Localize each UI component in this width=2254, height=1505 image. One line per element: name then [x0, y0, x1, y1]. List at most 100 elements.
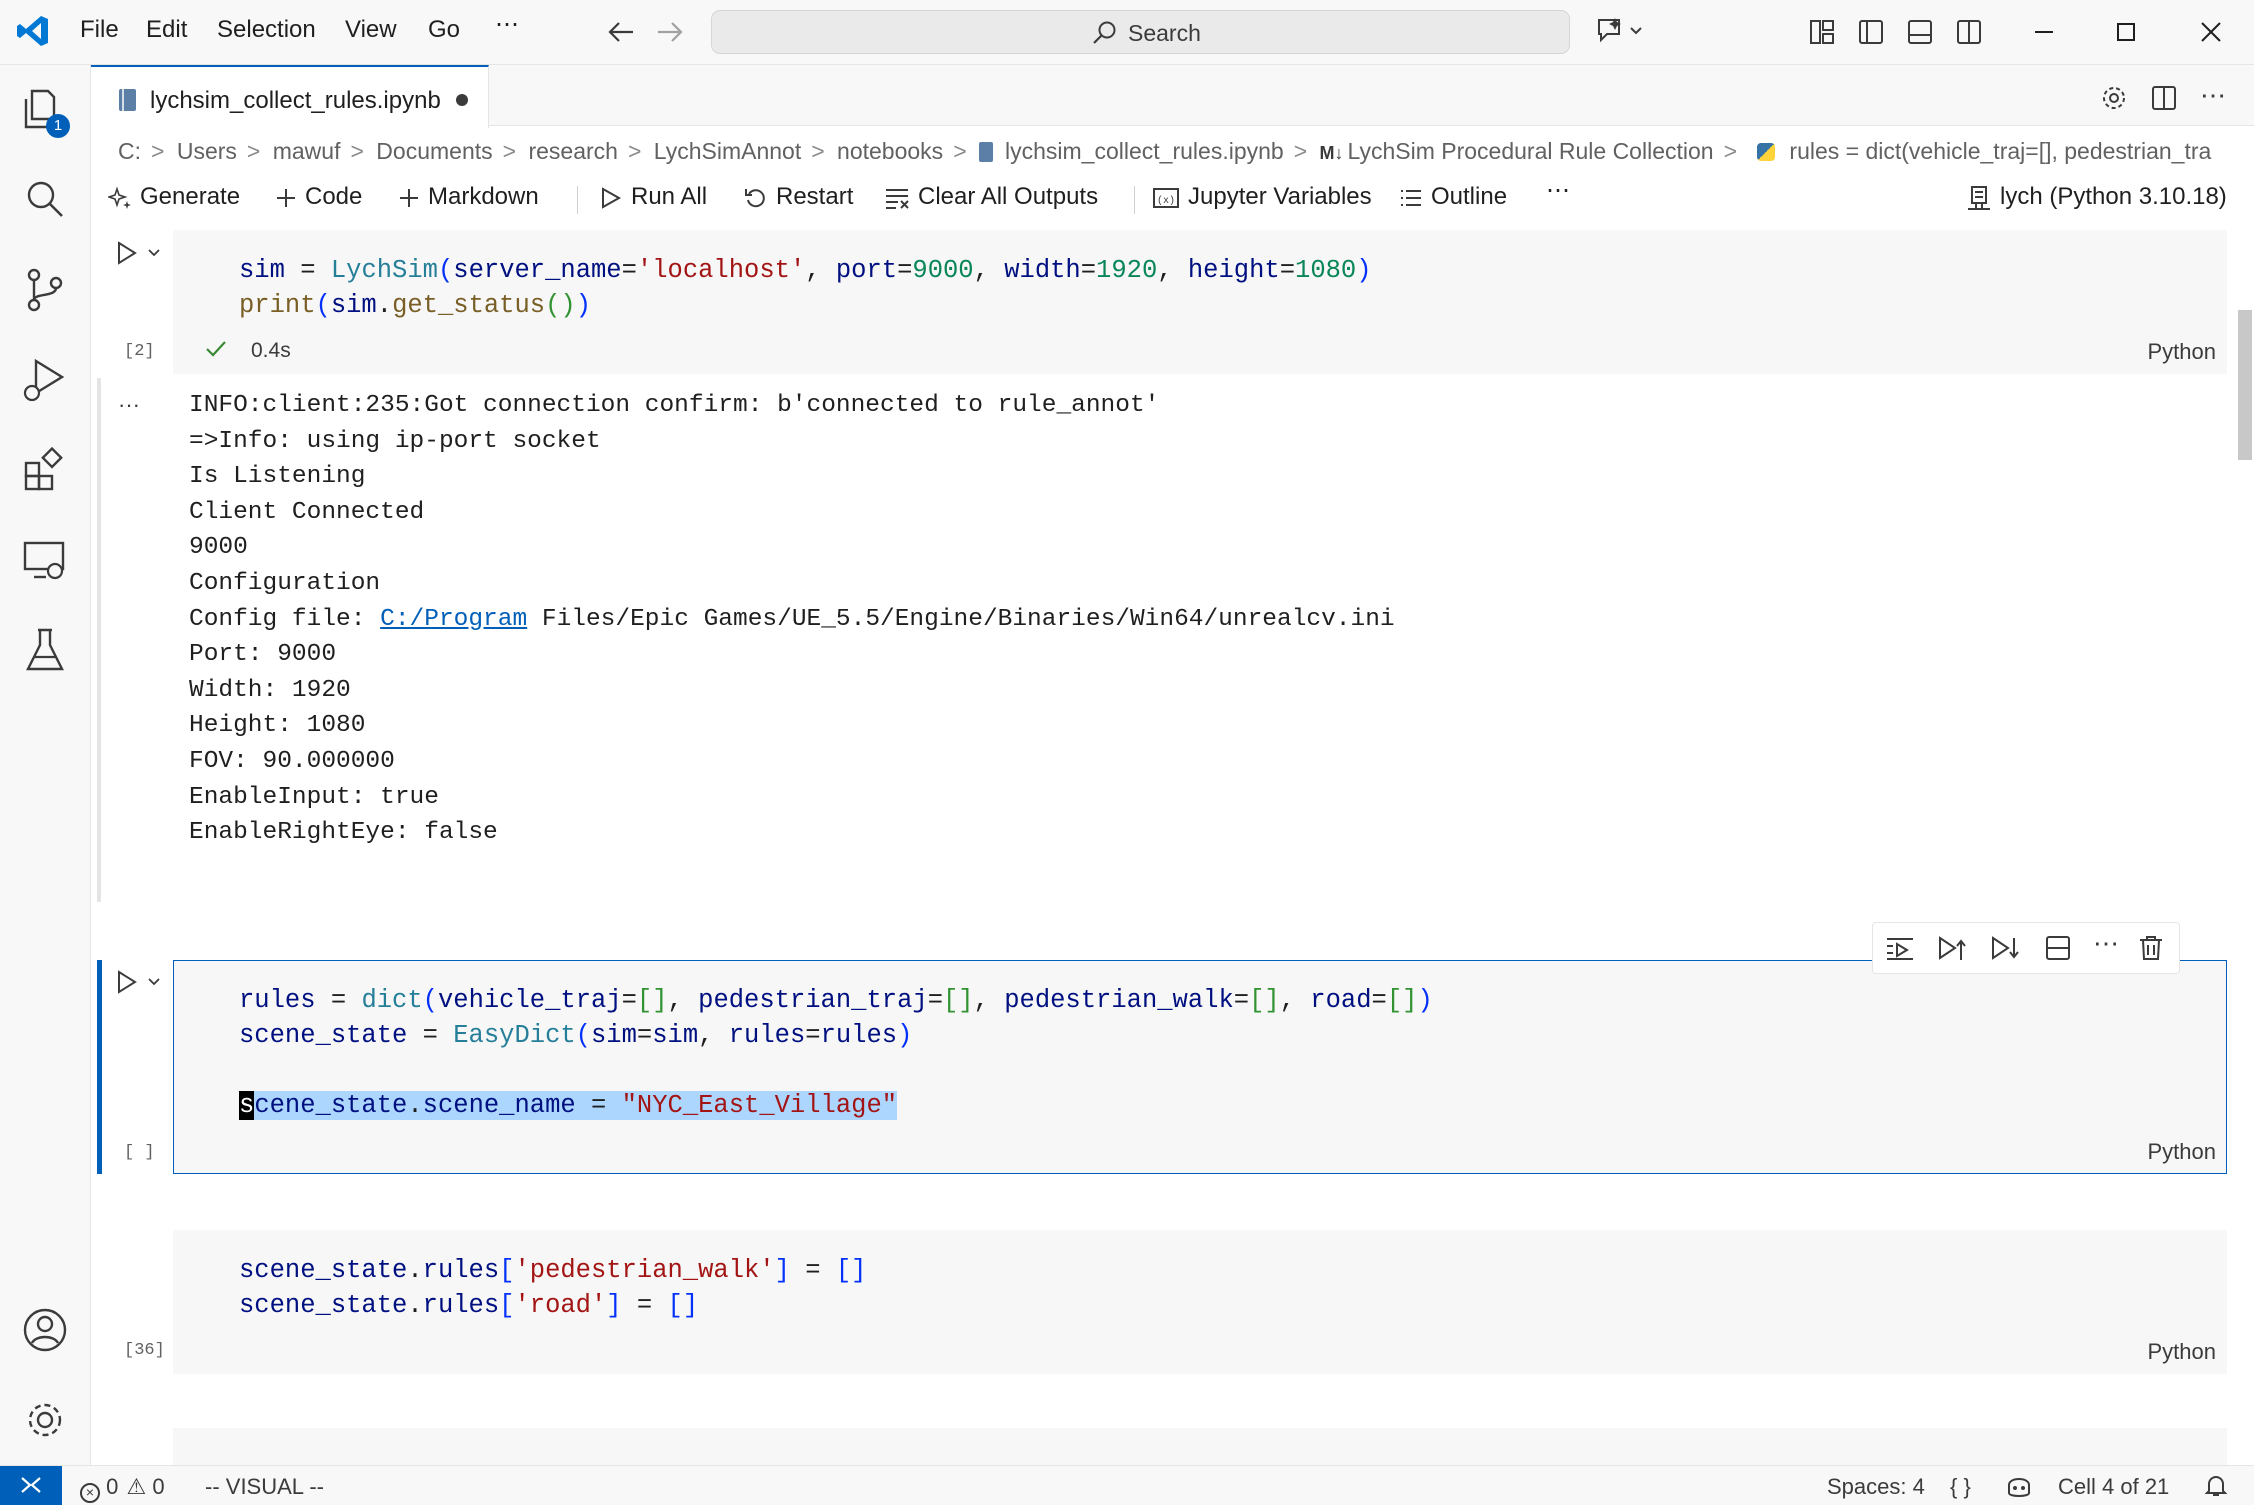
- output-more-actions[interactable]: ···: [118, 392, 140, 418]
- editor-scrollbar-thumb[interactable]: [2238, 310, 2252, 460]
- output-line: Width: 1920: [189, 676, 351, 704]
- code-cell-partial[interactable]: [173, 1428, 2227, 1467]
- cell-language[interactable]: Python: [2148, 1139, 2217, 1165]
- outline-button[interactable]: Outline: [1399, 183, 1507, 211]
- toggle-primary-sidebar-icon[interactable]: [1857, 18, 1885, 46]
- crumb-documents[interactable]: Documents: [376, 138, 492, 164]
- copilot-icon[interactable]: [1595, 16, 1647, 46]
- cell-language[interactable]: Python: [2148, 1339, 2217, 1365]
- add-markdown-button[interactable]: Markdown: [398, 183, 539, 211]
- toolbar-divider: [1134, 186, 1135, 214]
- toggle-panel-icon[interactable]: [1906, 18, 1934, 46]
- toggle-secondary-sidebar-icon[interactable]: [1955, 18, 1983, 46]
- source-control-icon[interactable]: [20, 265, 70, 315]
- minimize-icon[interactable]: [2030, 18, 2058, 46]
- menu-selection[interactable]: Selection: [217, 16, 316, 44]
- back-arrow-icon[interactable]: [607, 18, 635, 46]
- sparkle-icon: [108, 186, 132, 210]
- language-braces-status[interactable]: { }: [1950, 1474, 1971, 1500]
- search-sidebar-icon[interactable]: [20, 175, 70, 225]
- variables-icon: (x): [1152, 186, 1180, 210]
- forward-arrow-icon[interactable]: [656, 18, 684, 46]
- config-file-link[interactable]: C:/Program: [380, 606, 527, 633]
- generate-button[interactable]: Generate: [108, 183, 240, 211]
- crumb-cell[interactable]: rules = dict(vehicle_traj=[], pedestrian…: [1789, 138, 2211, 164]
- explorer-icon[interactable]: 1: [20, 85, 70, 138]
- customize-layout-icon[interactable]: [1808, 18, 1836, 46]
- menu-file[interactable]: File: [80, 16, 119, 44]
- run-below-icon[interactable]: [1990, 934, 2020, 962]
- kernel-icon: [1966, 185, 1992, 211]
- search-label: Search: [1128, 20, 1201, 46]
- add-code-button[interactable]: Code: [275, 183, 362, 211]
- remote-icon: [21, 1477, 41, 1493]
- crumb-project[interactable]: LychSimAnnot: [654, 138, 801, 164]
- run-above-icon[interactable]: [1937, 934, 1967, 962]
- tab-notebook[interactable]: lychsim_collect_rules.ipynb: [91, 65, 489, 128]
- command-center-search[interactable]: Search: [711, 10, 1570, 54]
- crumb-users[interactable]: Users: [177, 138, 237, 164]
- close-window-icon[interactable]: [2197, 18, 2225, 46]
- output-line: Config file: C:/Program Files/Epic Games…: [189, 602, 1395, 638]
- extensions-icon[interactable]: [20, 445, 70, 495]
- cell-language[interactable]: Python: [2148, 339, 2217, 365]
- menu-go[interactable]: Go: [428, 16, 460, 44]
- toolbar-more-button[interactable]: ⋯: [1546, 176, 1570, 205]
- remote-indicator[interactable]: [0, 1466, 62, 1505]
- cell-position[interactable]: Cell 4 of 21: [2058, 1474, 2169, 1500]
- crumb-drive[interactable]: C:: [118, 138, 141, 164]
- notebook-settings-gear-icon[interactable]: [2100, 84, 2128, 112]
- output-line: Is Listening: [189, 463, 366, 491]
- testing-flask-icon[interactable]: [20, 625, 70, 675]
- code-cell[interactable]: scene_state.rules['pedestrian_walk'] = […: [173, 1230, 2227, 1374]
- crumb-research[interactable]: research: [528, 138, 617, 164]
- clear-outputs-button[interactable]: Clear All Outputs: [884, 183, 1098, 211]
- execution-count: [ ]: [124, 1143, 155, 1162]
- error-count: 0: [106, 1474, 119, 1499]
- active-code-cell[interactable]: rules = dict(vehicle_traj=[], pedestrian…: [173, 960, 2227, 1174]
- crumb-notebooks[interactable]: notebooks: [837, 138, 943, 164]
- split-cell-icon[interactable]: [2043, 934, 2073, 962]
- remote-explorer-icon[interactable]: [20, 535, 70, 585]
- restart-icon: [744, 186, 768, 210]
- account-icon[interactable]: [20, 1305, 70, 1355]
- delete-cell-trash-icon[interactable]: [2137, 934, 2165, 962]
- crumb-section[interactable]: LychSim Procedural Rule Collection: [1348, 138, 1714, 164]
- kernel-picker[interactable]: lych (Python 3.10.18): [1966, 183, 2227, 211]
- menu-view[interactable]: View: [345, 16, 397, 44]
- cell-more-actions[interactable]: ⋯: [2093, 928, 2119, 959]
- explorer-badge: 1: [46, 114, 70, 138]
- run-cell-icon[interactable]: [115, 969, 163, 995]
- crumb-file[interactable]: lychsim_collect_rules.ipynb: [1005, 138, 1284, 164]
- maximize-icon[interactable]: [2112, 18, 2140, 46]
- crumb-python-icon: [1757, 143, 1776, 161]
- split-editor-icon[interactable]: [2150, 84, 2178, 112]
- output-line: FOV: 90.000000: [189, 747, 395, 775]
- crumb-user[interactable]: mawuf: [273, 138, 341, 164]
- execute-above-icon[interactable]: [1885, 934, 1915, 962]
- notifications-bell-icon[interactable]: [2203, 1473, 2229, 1499]
- copilot-status-icon[interactable]: [2005, 1473, 2033, 1499]
- problems-indicator[interactable]: × 0 ⚠ 0: [80, 1474, 165, 1503]
- manage-gear-icon[interactable]: [20, 1395, 70, 1445]
- jupyter-variables-button[interactable]: (x) Jupyter Variables: [1152, 183, 1372, 211]
- cell-code[interactable]: rules = dict(vehicle_traj=[], pedestrian…: [239, 983, 1433, 1123]
- restart-button[interactable]: Restart: [744, 183, 853, 211]
- unsaved-dot-icon[interactable]: [456, 94, 468, 106]
- run-cell-icon[interactable]: [115, 240, 163, 266]
- run-all-icon: [599, 186, 623, 210]
- run-all-button[interactable]: Run All: [599, 183, 707, 211]
- run-debug-icon[interactable]: [20, 355, 70, 405]
- output-line: INFO:client:235:Got connection confirm: …: [189, 392, 1160, 419]
- menu-more[interactable]: ⋯: [495, 10, 519, 39]
- search-icon: [1092, 20, 1118, 46]
- plus-icon: [398, 187, 420, 209]
- output-line: Height: 1080: [189, 712, 366, 740]
- cell-code[interactable]: scene_state.rules['pedestrian_walk'] = […: [239, 1253, 866, 1323]
- menu-edit[interactable]: Edit: [146, 16, 187, 44]
- indentation-status[interactable]: Spaces: 4: [1827, 1474, 1925, 1500]
- cell-code[interactable]: sim = LychSim(server_name='localhost', p…: [239, 253, 1372, 323]
- code-cell[interactable]: sim = LychSim(server_name='localhost', p…: [173, 230, 2227, 374]
- output-line: Port: 9000: [189, 641, 337, 669]
- editor-more-actions[interactable]: ⋯: [2200, 80, 2226, 111]
